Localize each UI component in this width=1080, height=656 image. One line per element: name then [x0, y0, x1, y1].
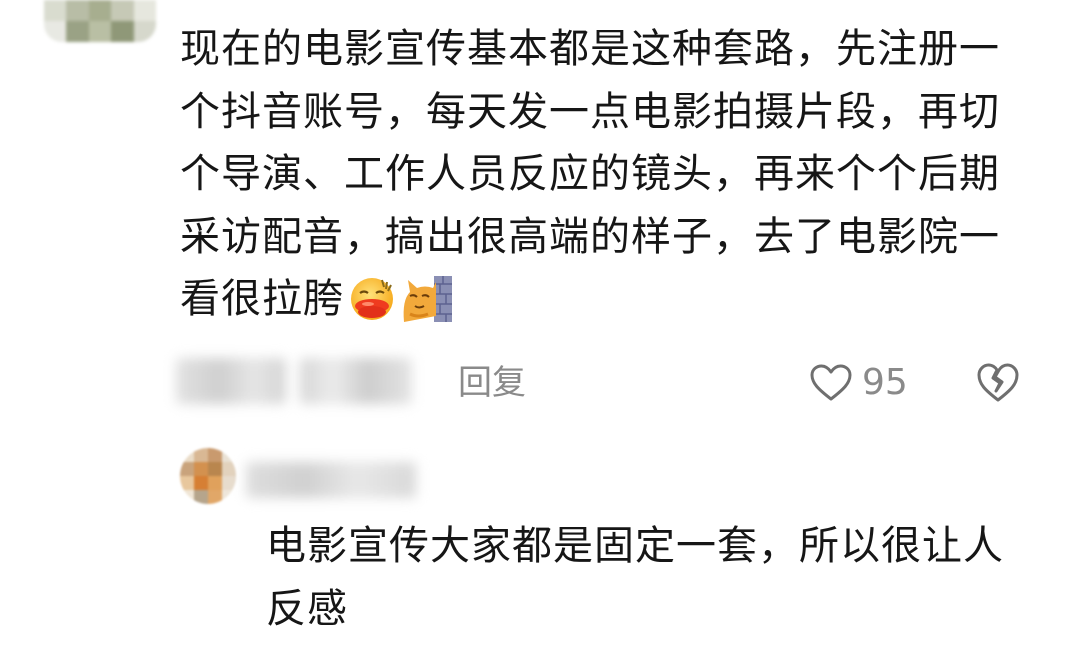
comment-text: 现在的电影宣传基本都是这种套路，先注册一个抖音账号，每天发一点电影拍摄片段，再切… — [180, 18, 1000, 331]
commenter-avatar[interactable] — [44, 0, 156, 42]
cat-peeking-behind-wall-emoji — [403, 276, 452, 322]
like-button[interactable]: 95 — [810, 360, 908, 406]
sweating-sausage-mouth-emoji — [351, 278, 393, 320]
heart-outline-icon — [810, 364, 852, 401]
reply-text: 电影宣传大家都是固定一套，所以很让人反感 — [266, 523, 1004, 632]
reply-button[interactable]: 回复 — [458, 360, 526, 406]
like-count: 95 — [862, 362, 908, 403]
comment-location-blurred — [300, 358, 412, 404]
comment-timestamp-blurred — [176, 358, 286, 404]
broken-heart-icon[interactable] — [976, 362, 1020, 404]
comment-body: 现在的电影宣传基本都是这种套路，先注册一个抖音账号，每天发一点电影拍摄片段，再切… — [180, 26, 1000, 322]
replier-name-blurred[interactable] — [246, 462, 416, 498]
comment-meta-row: 回复 95 — [0, 350, 1080, 416]
replier-avatar[interactable] — [180, 448, 236, 504]
